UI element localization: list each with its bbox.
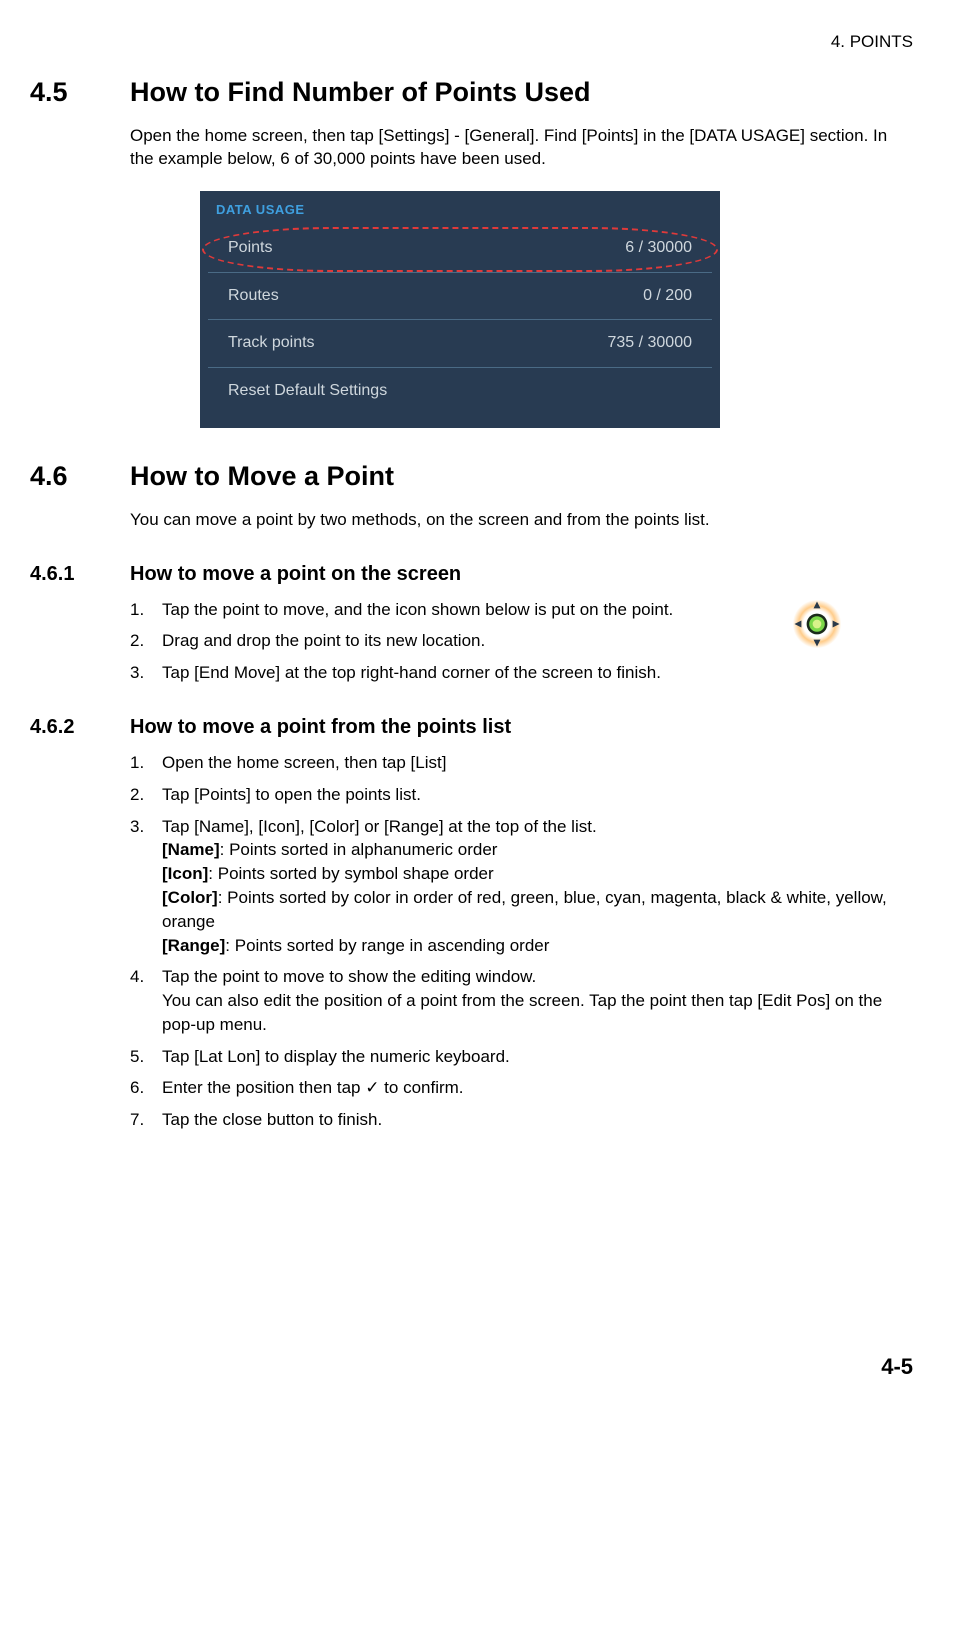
section-number: 4.5 [30, 74, 130, 112]
list-item: Tap the close button to finish. [130, 1108, 913, 1132]
name-sort-label: [Name] [162, 840, 220, 859]
subsection-number: 4.6.1 [30, 560, 130, 588]
icon-sort-label: [Icon] [162, 864, 208, 883]
subsection-title: How to move a point from the points list [130, 713, 511, 741]
section-4-5-heading: 4.5 How to Find Number of Points Used [30, 74, 913, 112]
icon-sort-desc: : Points sorted by symbol shape order [208, 864, 493, 883]
track-points-value: 735 / 30000 [607, 332, 692, 354]
list-item: Tap [Name], [Icon], [Color] or [Range] a… [130, 815, 913, 958]
track-points-label: Track points [228, 332, 315, 354]
routes-value: 0 / 200 [643, 285, 692, 307]
step-text: Tap the point to move to show the editin… [162, 967, 536, 986]
data-usage-title: DATA USAGE [200, 201, 720, 225]
color-sort-label: [Color] [162, 888, 218, 907]
page-number: 4-5 [30, 1352, 913, 1383]
list-item: Enter the position then tap ✓ to confirm… [130, 1076, 913, 1100]
page-header-chapter: 4. POINTS [30, 30, 913, 54]
list-item: Tap [Points] to open the points list. [130, 783, 913, 807]
name-sort-desc: : Points sorted in alphanumeric order [220, 840, 498, 859]
list-item: Tap the point to move, and the icon show… [130, 598, 913, 622]
range-sort-label: [Range] [162, 936, 225, 955]
section-4-6-1-heading: 4.6.1 How to move a point on the screen [30, 560, 913, 588]
section-4-6-2-heading: 4.6.2 How to move a point from the point… [30, 713, 913, 741]
step-text: Tap [Name], [Icon], [Color] or [Range] a… [162, 817, 597, 836]
list-item: Open the home screen, then tap [List] [130, 751, 913, 775]
range-sort-desc: : Points sorted by range in ascending or… [225, 936, 549, 955]
list-item: Drag and drop the point to its new locat… [130, 629, 913, 653]
subsection-number: 4.6.2 [30, 713, 130, 741]
data-usage-panel: DATA USAGE Points 6 / 30000 Routes 0 / 2… [200, 191, 720, 428]
step-text: You can also edit the position of a poin… [162, 991, 882, 1034]
list-item: Tap the point to move to show the editin… [130, 965, 913, 1036]
section-title: How to Move a Point [130, 458, 394, 496]
reset-label: Reset Default Settings [228, 380, 387, 402]
points-row[interactable]: Points 6 / 30000 [208, 225, 712, 272]
color-sort-desc: : Points sorted by color in order of red… [162, 888, 887, 931]
list-item: Tap [End Move] at the top right-hand cor… [130, 661, 913, 685]
section-4-5-body: Open the home screen, then tap [Settings… [130, 124, 913, 172]
list-item: Tap [Lat Lon] to display the numeric key… [130, 1045, 913, 1069]
points-value: 6 / 30000 [625, 237, 692, 259]
section-number: 4.6 [30, 458, 130, 496]
section-4-6-1-steps: Tap the point to move, and the icon show… [130, 598, 913, 685]
reset-default-settings-row[interactable]: Reset Default Settings [208, 368, 712, 414]
subsection-title: How to move a point on the screen [130, 560, 461, 588]
section-title: How to Find Number of Points Used [130, 74, 591, 112]
points-label: Points [228, 237, 272, 259]
routes-label: Routes [228, 285, 279, 307]
routes-row[interactable]: Routes 0 / 200 [208, 273, 712, 320]
section-4-6-heading: 4.6 How to Move a Point [30, 458, 913, 496]
section-4-6-body: You can move a point by two methods, on … [130, 508, 913, 532]
section-4-6-2-steps: Open the home screen, then tap [List] Ta… [130, 751, 913, 1132]
track-points-row[interactable]: Track points 735 / 30000 [208, 320, 712, 367]
